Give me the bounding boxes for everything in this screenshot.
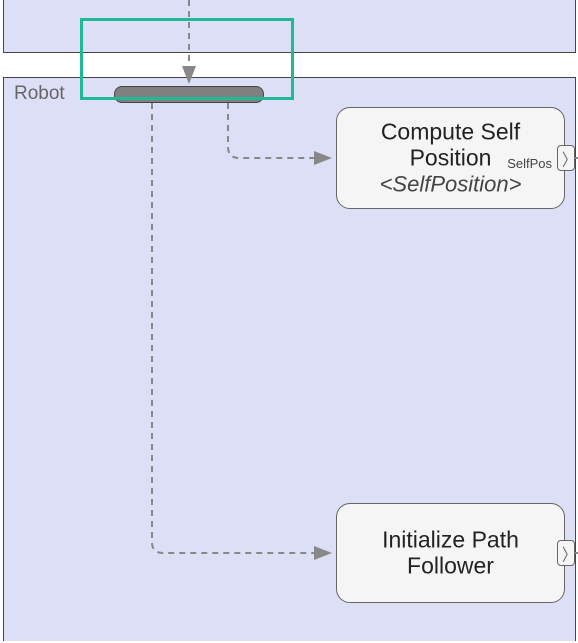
chevron-right-icon: 〉 [562,148,576,172]
node-title-line: Initialize Path [337,527,564,553]
port-label: SelfPos [507,156,552,171]
node-title-line: Compute Self [337,119,564,145]
selection-highlight [80,18,294,100]
chevron-right-icon: 〉 [562,543,576,567]
node-initialize-path-follower[interactable]: Initialize Path Follower 〉 [336,503,565,603]
node-title-line: Follower [337,553,564,579]
node-compute-self-position[interactable]: Compute Self Position <SelfPosition> Sel… [336,107,565,209]
node-content: Initialize Path Follower [337,527,564,580]
output-port[interactable]: 〉 [557,540,575,566]
node-subtitle: <SelfPosition> [337,171,564,197]
diagram-canvas: Robot Compute Self Position <SelfPositio… [0,0,578,643]
output-port[interactable]: 〉 [557,145,575,171]
region-label: Robot [14,83,65,105]
